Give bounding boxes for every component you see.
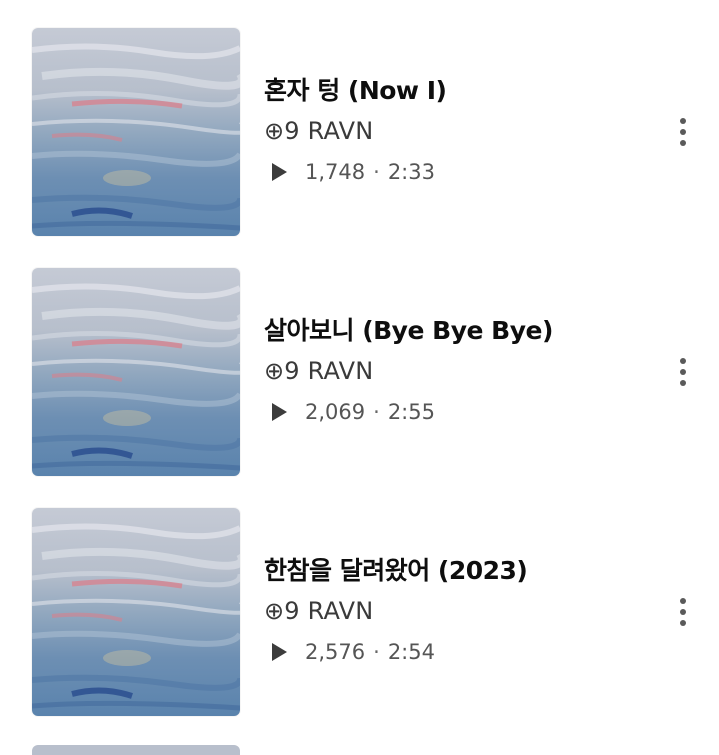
album-art-thumbnail[interactable] [32, 745, 240, 755]
album-art-thumbnail[interactable] [32, 268, 240, 476]
play-count: 1,748 [305, 160, 366, 184]
album-art-painting [32, 268, 240, 476]
track-artist[interactable]: ⊕9 RAVN [264, 357, 373, 385]
play-icon [272, 643, 287, 661]
track-duration: 2:55 [387, 400, 435, 424]
track-stats: 2,069 · 2:55 [272, 400, 435, 424]
track-stats: 2,576 · 2:54 [272, 640, 435, 664]
track-title[interactable]: 한참을 달려왔어 (2023) [264, 551, 528, 587]
track-artist[interactable]: ⊕9 RAVN [264, 597, 373, 625]
album-art-painting [32, 28, 240, 236]
more-vertical-icon[interactable] [668, 112, 698, 152]
album-art-painting [32, 508, 240, 716]
album-art-thumbnail[interactable] [32, 28, 240, 236]
track-title[interactable]: 혼자 텅 (Now I) [264, 71, 447, 107]
track-stats: 1,748 · 2:33 [272, 160, 435, 184]
track-title[interactable]: 살아보니 (Bye Bye Bye) [264, 311, 553, 347]
track-duration: 2:54 [387, 640, 435, 664]
more-vertical-icon[interactable] [668, 352, 698, 392]
play-count: 2,069 [305, 400, 366, 424]
track-row[interactable]: 혼자 텅 (Now I) ⊕9 RAVN 1,748 · 2:33 [0, 0, 719, 236]
track-row[interactable]: 한참을 달려왔어 (2023) ⊕9 RAVN 2,576 · 2:54 [0, 480, 719, 716]
separator: · [373, 400, 380, 424]
play-icon [272, 403, 287, 421]
play-count: 2,576 [305, 640, 366, 664]
more-vertical-icon[interactable] [668, 592, 698, 632]
track-artist[interactable]: ⊕9 RAVN [264, 117, 373, 145]
track-row[interactable]: 살아보니 (Bye Bye Bye) ⊕9 RAVN 2,069 · 2:55 [0, 240, 719, 476]
separator: · [373, 640, 380, 664]
track-duration: 2:33 [387, 160, 435, 184]
separator: · [373, 160, 380, 184]
album-art-thumbnail[interactable] [32, 508, 240, 716]
play-icon [272, 163, 287, 181]
